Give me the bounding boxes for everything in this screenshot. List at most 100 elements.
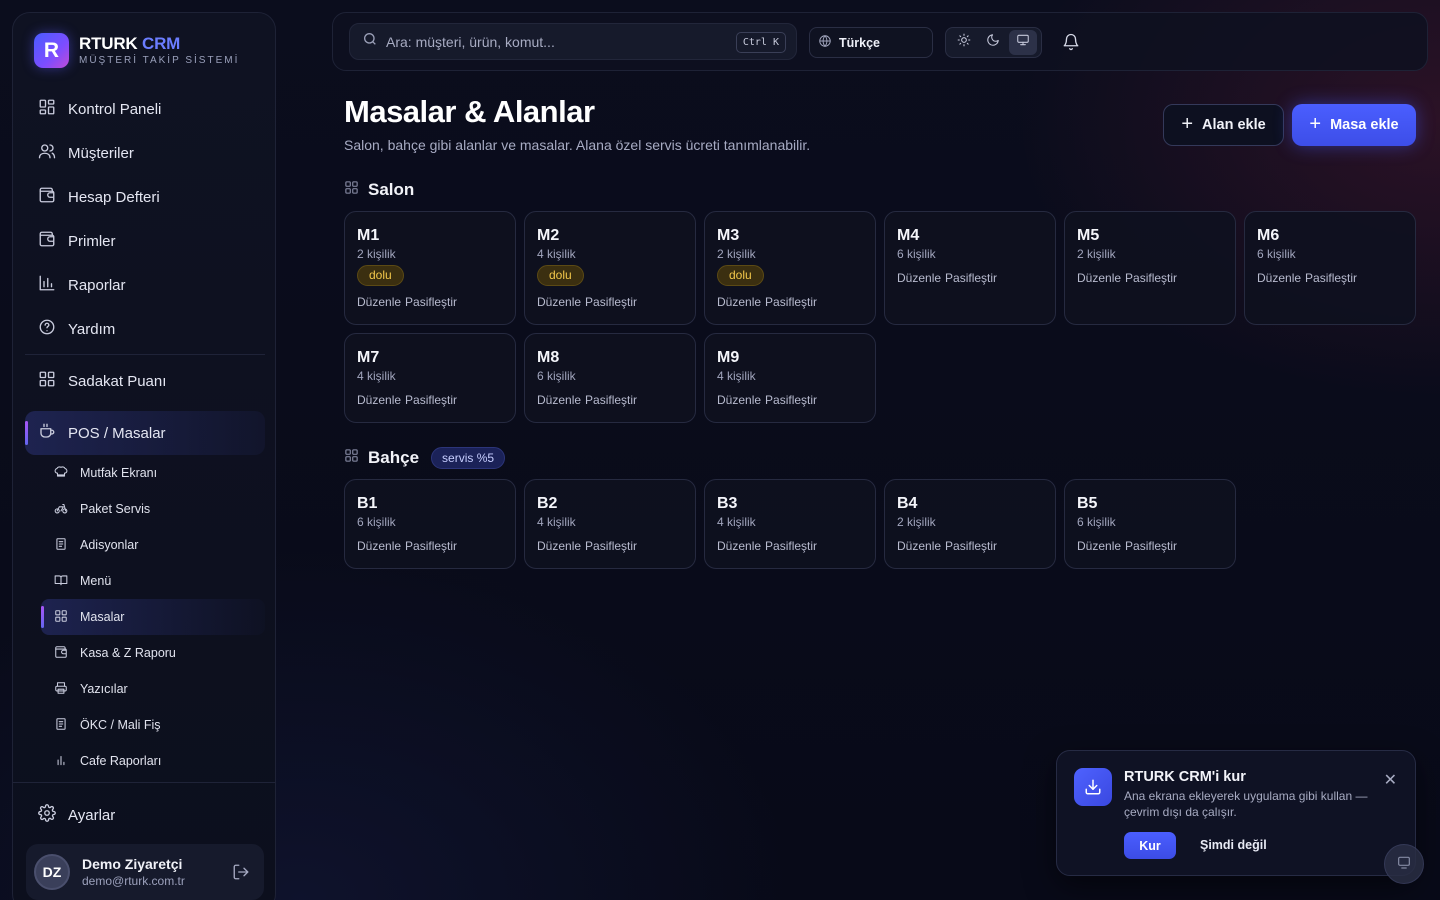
- sidebar-item-reports[interactable]: Raporlar: [25, 263, 265, 307]
- grid-icon: [54, 609, 68, 626]
- deactivate-link[interactable]: Pasifleştir: [1125, 539, 1177, 553]
- avatar: DZ: [34, 854, 70, 890]
- deactivate-link[interactable]: Pasifleştir: [945, 539, 997, 553]
- table-capacity: 6 kişilik: [897, 247, 936, 261]
- submenu-item-checks[interactable]: Adisyonlar: [41, 527, 265, 563]
- table-card[interactable]: M5 2 kişilik Düzenle Pasifleştir: [1064, 211, 1236, 325]
- deactivate-link[interactable]: Pasifleştir: [765, 539, 817, 553]
- edit-link[interactable]: Düzenle: [1077, 539, 1121, 553]
- search-input[interactable]: Ara: müşteri, ürün, komut...: [386, 34, 555, 50]
- submenu-item-cafe-reports[interactable]: Cafe Raporları: [41, 743, 265, 779]
- edit-link[interactable]: Düzenle: [357, 539, 401, 553]
- globe-icon: [818, 34, 832, 51]
- edit-link[interactable]: Düzenle: [537, 539, 581, 553]
- table-card[interactable]: B5 6 kişilik Düzenle Pasifleştir: [1064, 479, 1236, 569]
- chat-button[interactable]: [1384, 844, 1424, 884]
- edit-link[interactable]: Düzenle: [357, 393, 401, 407]
- user-card[interactable]: DZ Demo Ziyaretçi demo@rturk.com.tr: [26, 844, 264, 900]
- dismiss-button[interactable]: Şimdi değil: [1200, 838, 1267, 852]
- table-card[interactable]: B2 4 kişilik Düzenle Pasifleştir: [524, 479, 696, 569]
- add-area-button[interactable]: + Alan ekle: [1163, 104, 1284, 146]
- grid-icon: [344, 180, 359, 200]
- deactivate-link[interactable]: Pasifleştir: [585, 295, 637, 309]
- deactivate-link[interactable]: Pasifleştir: [585, 539, 637, 553]
- add-table-button[interactable]: + Masa ekle: [1292, 104, 1416, 146]
- table-card[interactable]: B3 4 kişilik Düzenle Pasifleştir: [704, 479, 876, 569]
- search-box[interactable]: Ara: müşteri, ürün, komut... Ctrl K: [349, 23, 797, 60]
- page-subtitle: Salon, bahçe gibi alanlar ve masalar. Al…: [344, 137, 811, 153]
- theme-dark-button[interactable]: [979, 30, 1007, 55]
- close-icon[interactable]: ✕: [1384, 770, 1397, 790]
- sidebar-item-pos[interactable]: POS / Masalar: [25, 411, 265, 455]
- edit-link[interactable]: Düzenle: [717, 393, 761, 407]
- table-actions: Düzenle Pasifleştir: [537, 393, 683, 407]
- edit-link[interactable]: Düzenle: [897, 539, 941, 553]
- deactivate-link[interactable]: Pasifleştir: [1305, 271, 1357, 285]
- theme-system-button[interactable]: [1009, 30, 1038, 55]
- submenu-item-label: Masalar: [80, 610, 125, 624]
- wallet-icon: [38, 186, 56, 208]
- table-card[interactable]: B4 2 kişilik Düzenle Pasifleştir: [884, 479, 1056, 569]
- sidebar-item-customers[interactable]: Müşteriler: [25, 131, 265, 175]
- brand-title: RTURK CRM: [79, 35, 239, 53]
- deactivate-link[interactable]: Pasifleştir: [945, 271, 997, 285]
- sidebar-item-settings[interactable]: Ayarlar: [25, 793, 265, 837]
- table-card[interactable]: M1 2 kişilik dolu Düzenle Pasifleştir: [344, 211, 516, 325]
- submenu-item-kitchen[interactable]: Mutfak Ekranı: [41, 455, 265, 491]
- sidebar-item-loyalty[interactable]: Sadakat Puanı: [25, 359, 265, 403]
- sidebar-item-dashboard[interactable]: Kontrol Paneli: [25, 87, 265, 131]
- sidebar-item-help[interactable]: Yardım: [25, 307, 265, 351]
- sidebar-item-bonuses[interactable]: Primler: [25, 219, 265, 263]
- deactivate-link[interactable]: Pasifleştir: [765, 393, 817, 407]
- sidebar-item-ledger[interactable]: Hesap Defteri: [25, 175, 265, 219]
- bike-icon: [54, 501, 68, 518]
- deactivate-link[interactable]: Pasifleştir: [585, 393, 637, 407]
- table-name: M8: [537, 349, 560, 366]
- language-select[interactable]: Türkçe: [809, 27, 933, 58]
- settings-nav: Ayarlar: [25, 793, 265, 837]
- theme-light-button[interactable]: [950, 30, 978, 55]
- table-capacity: 2 kişilik: [1077, 247, 1116, 261]
- edit-link[interactable]: Düzenle: [537, 393, 581, 407]
- table-card[interactable]: M3 2 kişilik dolu Düzenle Pasifleştir: [704, 211, 876, 325]
- notifications-button[interactable]: [1062, 33, 1080, 56]
- edit-link[interactable]: Düzenle: [717, 539, 761, 553]
- table-actions: Düzenle Pasifleştir: [897, 539, 1043, 553]
- table-card[interactable]: M8 6 kişilik Düzenle Pasifleştir: [524, 333, 696, 423]
- deactivate-link[interactable]: Pasifleştir: [405, 393, 457, 407]
- table-card[interactable]: B1 6 kişilik Düzenle Pasifleştir: [344, 479, 516, 569]
- deactivate-link[interactable]: Pasifleştir: [1125, 271, 1177, 285]
- install-button[interactable]: Kur: [1124, 832, 1176, 859]
- area-title: Bahçe: [368, 448, 420, 467]
- sidebar-item-label: Ayarlar: [68, 806, 116, 824]
- submenu-item-cash-z-report[interactable]: Kasa & Z Raporu: [41, 635, 265, 671]
- table-card[interactable]: M2 4 kişilik dolu Düzenle Pasifleştir: [524, 211, 696, 325]
- table-card[interactable]: M6 6 kişilik Düzenle Pasifleştir: [1244, 211, 1416, 325]
- submenu-item-fiscal-receipt[interactable]: ÖKC / Mali Fiş: [41, 707, 265, 743]
- submenu-item-label: Paket Servis: [80, 502, 151, 516]
- deactivate-link[interactable]: Pasifleştir: [405, 539, 457, 553]
- logout-icon[interactable]: [232, 863, 250, 881]
- edit-link[interactable]: Düzenle: [897, 271, 941, 285]
- table-card[interactable]: M7 4 kişilik Düzenle Pasifleştir: [344, 333, 516, 423]
- submenu-item-printers[interactable]: Yazıcılar: [41, 671, 265, 707]
- gear-icon: [38, 804, 56, 826]
- user-name: Demo Ziyaretçi: [82, 856, 183, 872]
- submenu-item-delivery[interactable]: Paket Servis: [41, 491, 265, 527]
- submenu-item-label: Kasa & Z Raporu: [80, 646, 176, 660]
- table-card[interactable]: M4 6 kişilik Düzenle Pasifleştir: [884, 211, 1056, 325]
- submenu-item-menu[interactable]: Menü: [41, 563, 265, 599]
- deactivate-link[interactable]: Pasifleştir: [405, 295, 457, 309]
- install-toast: RTURK CRM'i kur Ana ekrana ekleyerek uyg…: [1056, 750, 1416, 876]
- edit-link[interactable]: Düzenle: [537, 295, 581, 309]
- edit-link[interactable]: Düzenle: [1257, 271, 1301, 285]
- submenu-item-tables[interactable]: Masalar: [41, 599, 265, 635]
- shortcut-hint: Ctrl K: [735, 32, 786, 53]
- edit-link[interactable]: Düzenle: [717, 295, 761, 309]
- edit-link[interactable]: Düzenle: [1077, 271, 1121, 285]
- edit-link[interactable]: Düzenle: [357, 295, 401, 309]
- deactivate-link[interactable]: Pasifleştir: [765, 295, 817, 309]
- brand[interactable]: R RTURK CRM MÜŞTERİ TAKİP SİSTEMİ: [34, 33, 239, 68]
- area-header-bahce: Bahçe servis %5: [344, 447, 506, 469]
- table-card[interactable]: M9 4 kişilik Düzenle Pasifleştir: [704, 333, 876, 423]
